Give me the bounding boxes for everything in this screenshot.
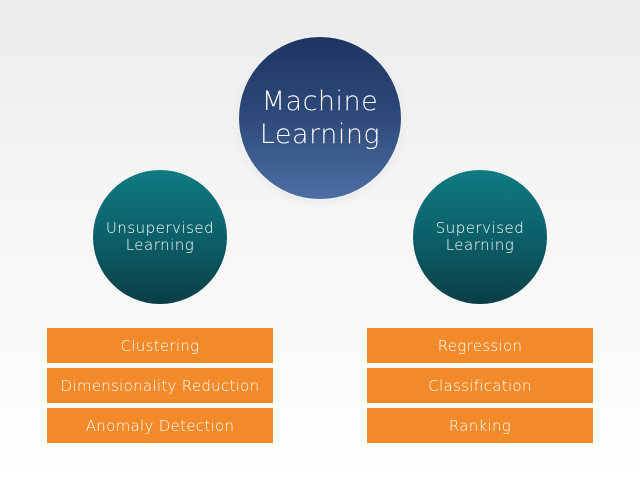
item-box-clustering: Clustering xyxy=(47,328,273,363)
item-box-anomaly-detection: Anomaly Detection xyxy=(47,408,273,443)
branch-node-label: Supervised Learning xyxy=(435,219,525,254)
branch-node-label: Unsupervised Learning xyxy=(105,219,215,254)
root-node-machine-learning: Machine Learning xyxy=(239,37,401,199)
item-box-ranking: Ranking xyxy=(367,408,593,443)
item-box-regression: Regression xyxy=(367,328,593,363)
branch-node-supervised: Supervised Learning xyxy=(413,170,547,304)
item-box-classification: Classification xyxy=(367,368,593,403)
branch-node-unsupervised: Unsupervised Learning xyxy=(93,170,227,304)
ml-diagram: Machine Learning Unsupervised Learning S… xyxy=(0,0,640,480)
item-box-dimensionality-reduction: Dimensionality Reduction xyxy=(47,368,273,403)
root-node-label: Machine Learning xyxy=(259,86,381,150)
